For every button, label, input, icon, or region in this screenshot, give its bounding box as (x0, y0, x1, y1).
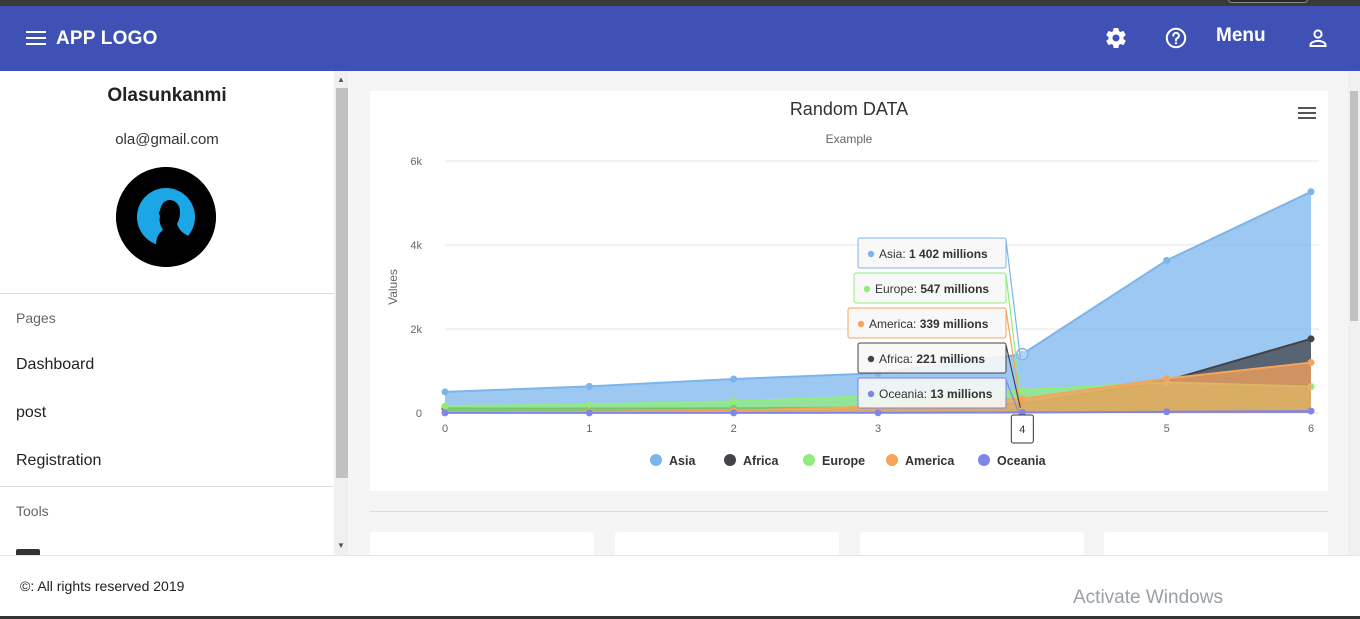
legend-label-africa: Africa (743, 454, 779, 468)
user-name: Olasunkanmi (107, 85, 227, 106)
data-point (585, 409, 593, 417)
data-point (441, 402, 449, 410)
x-tick-label: 1 (586, 423, 592, 435)
chart-title: Random DATA (790, 99, 908, 119)
legend-label-oceania: Oceania (997, 454, 1047, 468)
page-scrollbar[interactable] (1348, 71, 1360, 555)
tooltip-text-oceania: Oceania: 13 millions (879, 387, 993, 401)
data-point (1163, 256, 1171, 264)
sidebar: Olasunkanmi ola@gmail.com Pages Dashboar… (0, 71, 334, 555)
tooltip-marker (863, 285, 871, 293)
content-divider (370, 511, 1328, 512)
x-tick-label: 2 (731, 423, 737, 435)
area-chart: Random DATA Example 0 2k 4k 6k Values 0 1 2 3 5 6 Asi… (386, 99, 1319, 468)
data-point (730, 375, 738, 383)
app-logo[interactable]: APP LOGO (56, 28, 158, 50)
data-point (874, 409, 882, 417)
legend-marker-europe (803, 454, 815, 466)
user-email: ola@gmail.com (115, 131, 219, 148)
menu-button[interactable]: Menu (1216, 25, 1266, 47)
stat-card[interactable] (860, 532, 1084, 555)
tooltip-text-africa: Africa: 221 millions (879, 352, 985, 366)
x-tick-label: 6 (1308, 423, 1314, 435)
stat-card[interactable] (615, 532, 839, 555)
hover-marker (1016, 347, 1029, 361)
tooltip-marker (867, 250, 875, 258)
scroll-down-arrow-icon[interactable]: ▼ (334, 539, 348, 553)
sidebar-item-post[interactable]: post (16, 404, 46, 422)
chart-subtitle: Example (826, 132, 873, 146)
gear-icon[interactable] (1104, 26, 1128, 50)
tooltip-marker (857, 320, 865, 328)
copyright-text: ©: All rights reserved 2019 (20, 578, 185, 594)
app-bar: APP LOGO Menu (0, 6, 1360, 71)
tooltip-marker (867, 355, 875, 363)
legend-marker-america (886, 454, 898, 466)
data-point (585, 382, 593, 390)
windows-activation-watermark: Activate Windows (1073, 587, 1223, 608)
y-tick-label: 4k (410, 240, 422, 252)
y-tick-label: 2k (410, 324, 422, 336)
x-tick-label: 4 (1019, 424, 1025, 436)
sidebar-scrollbar-thumb[interactable] (336, 88, 348, 478)
sidebar-item-dashboard[interactable]: Dashboard (16, 356, 94, 374)
scroll-up-arrow-icon[interactable]: ▲ (334, 73, 348, 87)
stat-card[interactable] (1104, 532, 1328, 555)
y-tick-label: 0 (416, 408, 422, 420)
sidebar-divider (0, 486, 334, 487)
data-point (1163, 408, 1171, 416)
section-title-tools: Tools (16, 503, 49, 519)
data-point (730, 409, 738, 417)
browser-tab-pill (1228, 0, 1308, 3)
data-point (1307, 188, 1315, 196)
section-title-pages: Pages (16, 310, 56, 326)
legend-marker-oceania (978, 454, 990, 466)
user-silhouette-icon (116, 167, 216, 267)
sidebar-item-registration[interactable]: Registration (16, 452, 101, 470)
legend-marker-asia (650, 454, 662, 466)
stat-card[interactable] (370, 532, 594, 555)
sidebar-divider (0, 293, 334, 294)
data-point (1307, 335, 1315, 343)
data-point (1307, 407, 1315, 415)
chart-card: Random DATA Example 0 2k 4k 6k Values 0 1 2 3 5 6 Asi… (370, 91, 1328, 491)
tooltip-text-asia: Asia: 1 402 millions (879, 247, 988, 261)
x-tick-label: 5 (1164, 423, 1170, 435)
tooltip-text-america: America: 339 millions (869, 317, 989, 331)
menu-icon[interactable] (26, 31, 46, 45)
data-point (441, 409, 449, 417)
legend-label-europe: Europe (822, 454, 865, 468)
legend-label-asia: Asia (669, 454, 696, 468)
x-tick-label: 0 (442, 423, 448, 435)
data-point (730, 397, 738, 405)
data-point (441, 388, 449, 396)
help-icon[interactable] (1164, 26, 1188, 50)
legend-label-america: America (905, 454, 955, 468)
data-point (1163, 375, 1171, 383)
y-axis-label: Values (386, 269, 400, 305)
main-content: Random DATA Example 0 2k 4k 6k Values 0 1 2 3 5 6 Asi… (348, 71, 1348, 555)
user-icon[interactable] (1306, 26, 1330, 50)
page-scrollbar-thumb[interactable] (1350, 91, 1358, 321)
legend-marker-africa (724, 454, 736, 466)
chart-menu-icon[interactable] (1298, 107, 1316, 121)
tooltip-marker (867, 390, 875, 398)
tooltip-connector (1005, 239, 1021, 359)
y-tick-label: 6k (410, 156, 422, 168)
tooltip-text-europe: Europe: 547 millions (875, 282, 989, 296)
data-point (585, 400, 593, 408)
avatar (116, 167, 216, 267)
data-point (1307, 359, 1315, 367)
x-tick-label: 3 (875, 423, 881, 435)
